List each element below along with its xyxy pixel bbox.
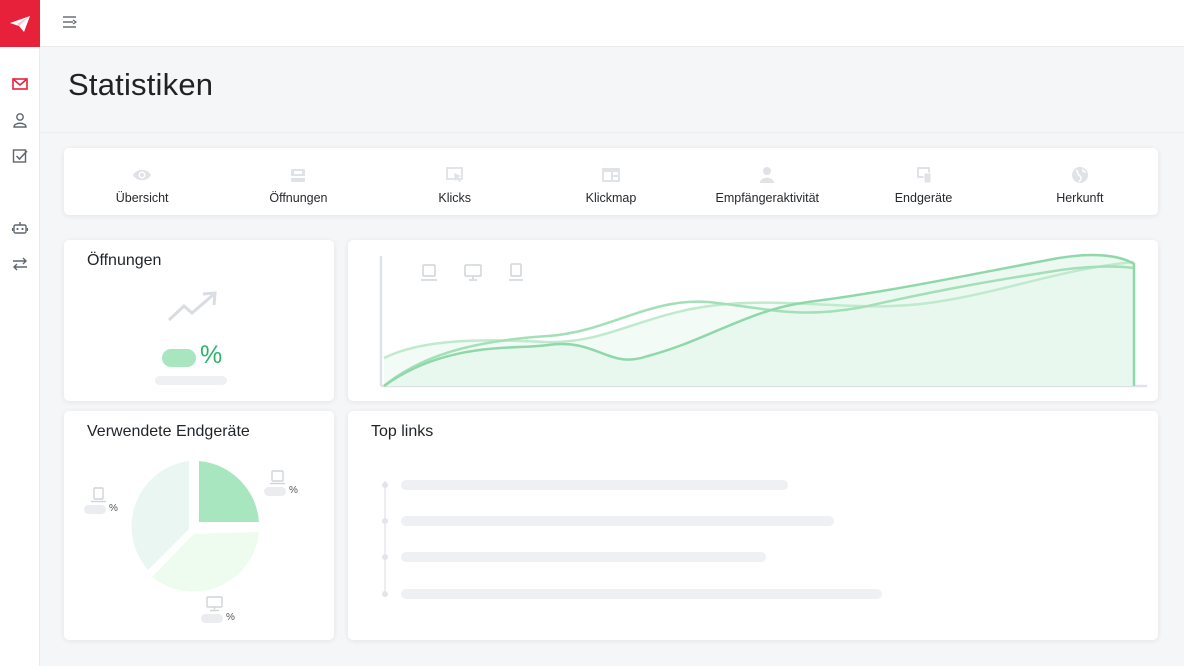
link-dot	[382, 554, 388, 560]
link-dot	[382, 518, 388, 524]
device-legend-phone: %	[84, 487, 118, 514]
tab-label: Öffnungen	[269, 191, 328, 205]
tab-label: Klicks	[438, 191, 472, 205]
sidebar	[0, 0, 40, 666]
sidebar-item-integrations[interactable]	[10, 254, 30, 274]
link-dot	[382, 482, 388, 488]
tab-clickmap[interactable]: Klickmap	[533, 148, 689, 215]
desktop-icon	[206, 596, 223, 612]
tablet-icon	[421, 264, 437, 281]
phone-percent: %	[109, 503, 118, 514]
tab-label: Empfängeraktivität	[715, 191, 820, 205]
inbox-icon	[291, 169, 306, 182]
sidebar-item-automation[interactable]	[10, 218, 30, 238]
openings-card: Öffnungen %	[64, 240, 334, 401]
trend-up-icon	[167, 291, 217, 322]
openings-rate-placeholder	[162, 349, 196, 367]
top-links-card: Top links	[348, 411, 1158, 640]
link-placeholder-3[interactable]	[401, 552, 766, 562]
tab-clicks[interactable]: Klicks	[377, 148, 533, 215]
link-placeholder-1[interactable]	[401, 480, 788, 490]
pie-slice-tablet	[199, 461, 259, 522]
tab-label: Endgeräte	[894, 191, 953, 205]
tab-label: Klickmap	[585, 191, 637, 205]
tablet-percent: %	[289, 485, 298, 496]
phone-share-placeholder	[84, 505, 106, 514]
tab-recipient-activity[interactable]: Empfängeraktivität	[689, 148, 845, 215]
checkbox-icon	[12, 149, 28, 163]
link-dot	[382, 591, 388, 597]
statistics-tabs: Übersicht Öffnungen Klicks Klickmap Empf…	[64, 148, 1158, 215]
page-title: Statistiken	[68, 67, 214, 102]
openings-timeline-card	[348, 240, 1158, 401]
links-timeline-line	[384, 481, 386, 597]
devices-card: Verwendete Endgeräte % % %	[64, 411, 334, 640]
menu-toggle-button[interactable]	[62, 14, 82, 34]
sidebar-item-mailings[interactable]	[10, 74, 30, 94]
top-links-title: Top links	[371, 423, 434, 440]
sidebar-item-tasks[interactable]	[10, 146, 30, 166]
tab-devices[interactable]: Endgeräte	[845, 148, 1001, 215]
mail-icon	[12, 78, 28, 90]
tab-origin[interactable]: Herkunft	[1002, 148, 1158, 215]
paper-plane-icon	[10, 15, 30, 32]
devices-title: Verwendete Endgeräte	[87, 423, 250, 440]
desktop-percent: %	[226, 612, 235, 623]
tab-openings[interactable]: Öffnungen	[220, 148, 376, 215]
tablet-icon	[270, 470, 285, 485]
phone-icon	[509, 263, 523, 281]
devices-pie-chart	[131, 461, 259, 592]
desktop-share-placeholder	[201, 614, 223, 623]
page-header: Statistiken	[40, 47, 1184, 133]
cursor-click-icon	[445, 167, 463, 182]
top-bar	[40, 0, 1184, 47]
desktop-icon	[464, 264, 482, 281]
openings-count-placeholder	[155, 376, 227, 385]
openings-title: Öffnungen	[87, 252, 162, 269]
robot-icon	[12, 222, 28, 234]
sidebar-item-recipients[interactable]	[10, 110, 30, 130]
person-icon	[760, 167, 775, 183]
heatmap-icon	[601, 168, 620, 182]
app-logo[interactable]	[0, 0, 40, 47]
openings-timeline-chart	[379, 253, 1147, 388]
tab-label: Übersicht	[115, 191, 169, 205]
globe-icon	[1071, 167, 1088, 183]
device-legend-tablet: %	[264, 470, 298, 496]
devices-icon	[916, 167, 932, 184]
phone-icon	[91, 487, 106, 503]
tablet-share-placeholder	[264, 487, 286, 496]
link-placeholder-2[interactable]	[401, 516, 834, 526]
tab-label: Herkunft	[1056, 191, 1104, 205]
tab-overview[interactable]: Übersicht	[64, 148, 220, 215]
series-area-front	[384, 255, 1134, 386]
link-placeholder-4[interactable]	[401, 589, 882, 599]
swap-arrows-icon	[13, 257, 27, 271]
menu-toggle-icon	[63, 16, 78, 28]
user-icon	[13, 113, 27, 128]
eye-icon	[133, 169, 152, 181]
openings-percent-symbol: %	[200, 341, 223, 369]
device-legend-desktop: %	[201, 596, 235, 623]
